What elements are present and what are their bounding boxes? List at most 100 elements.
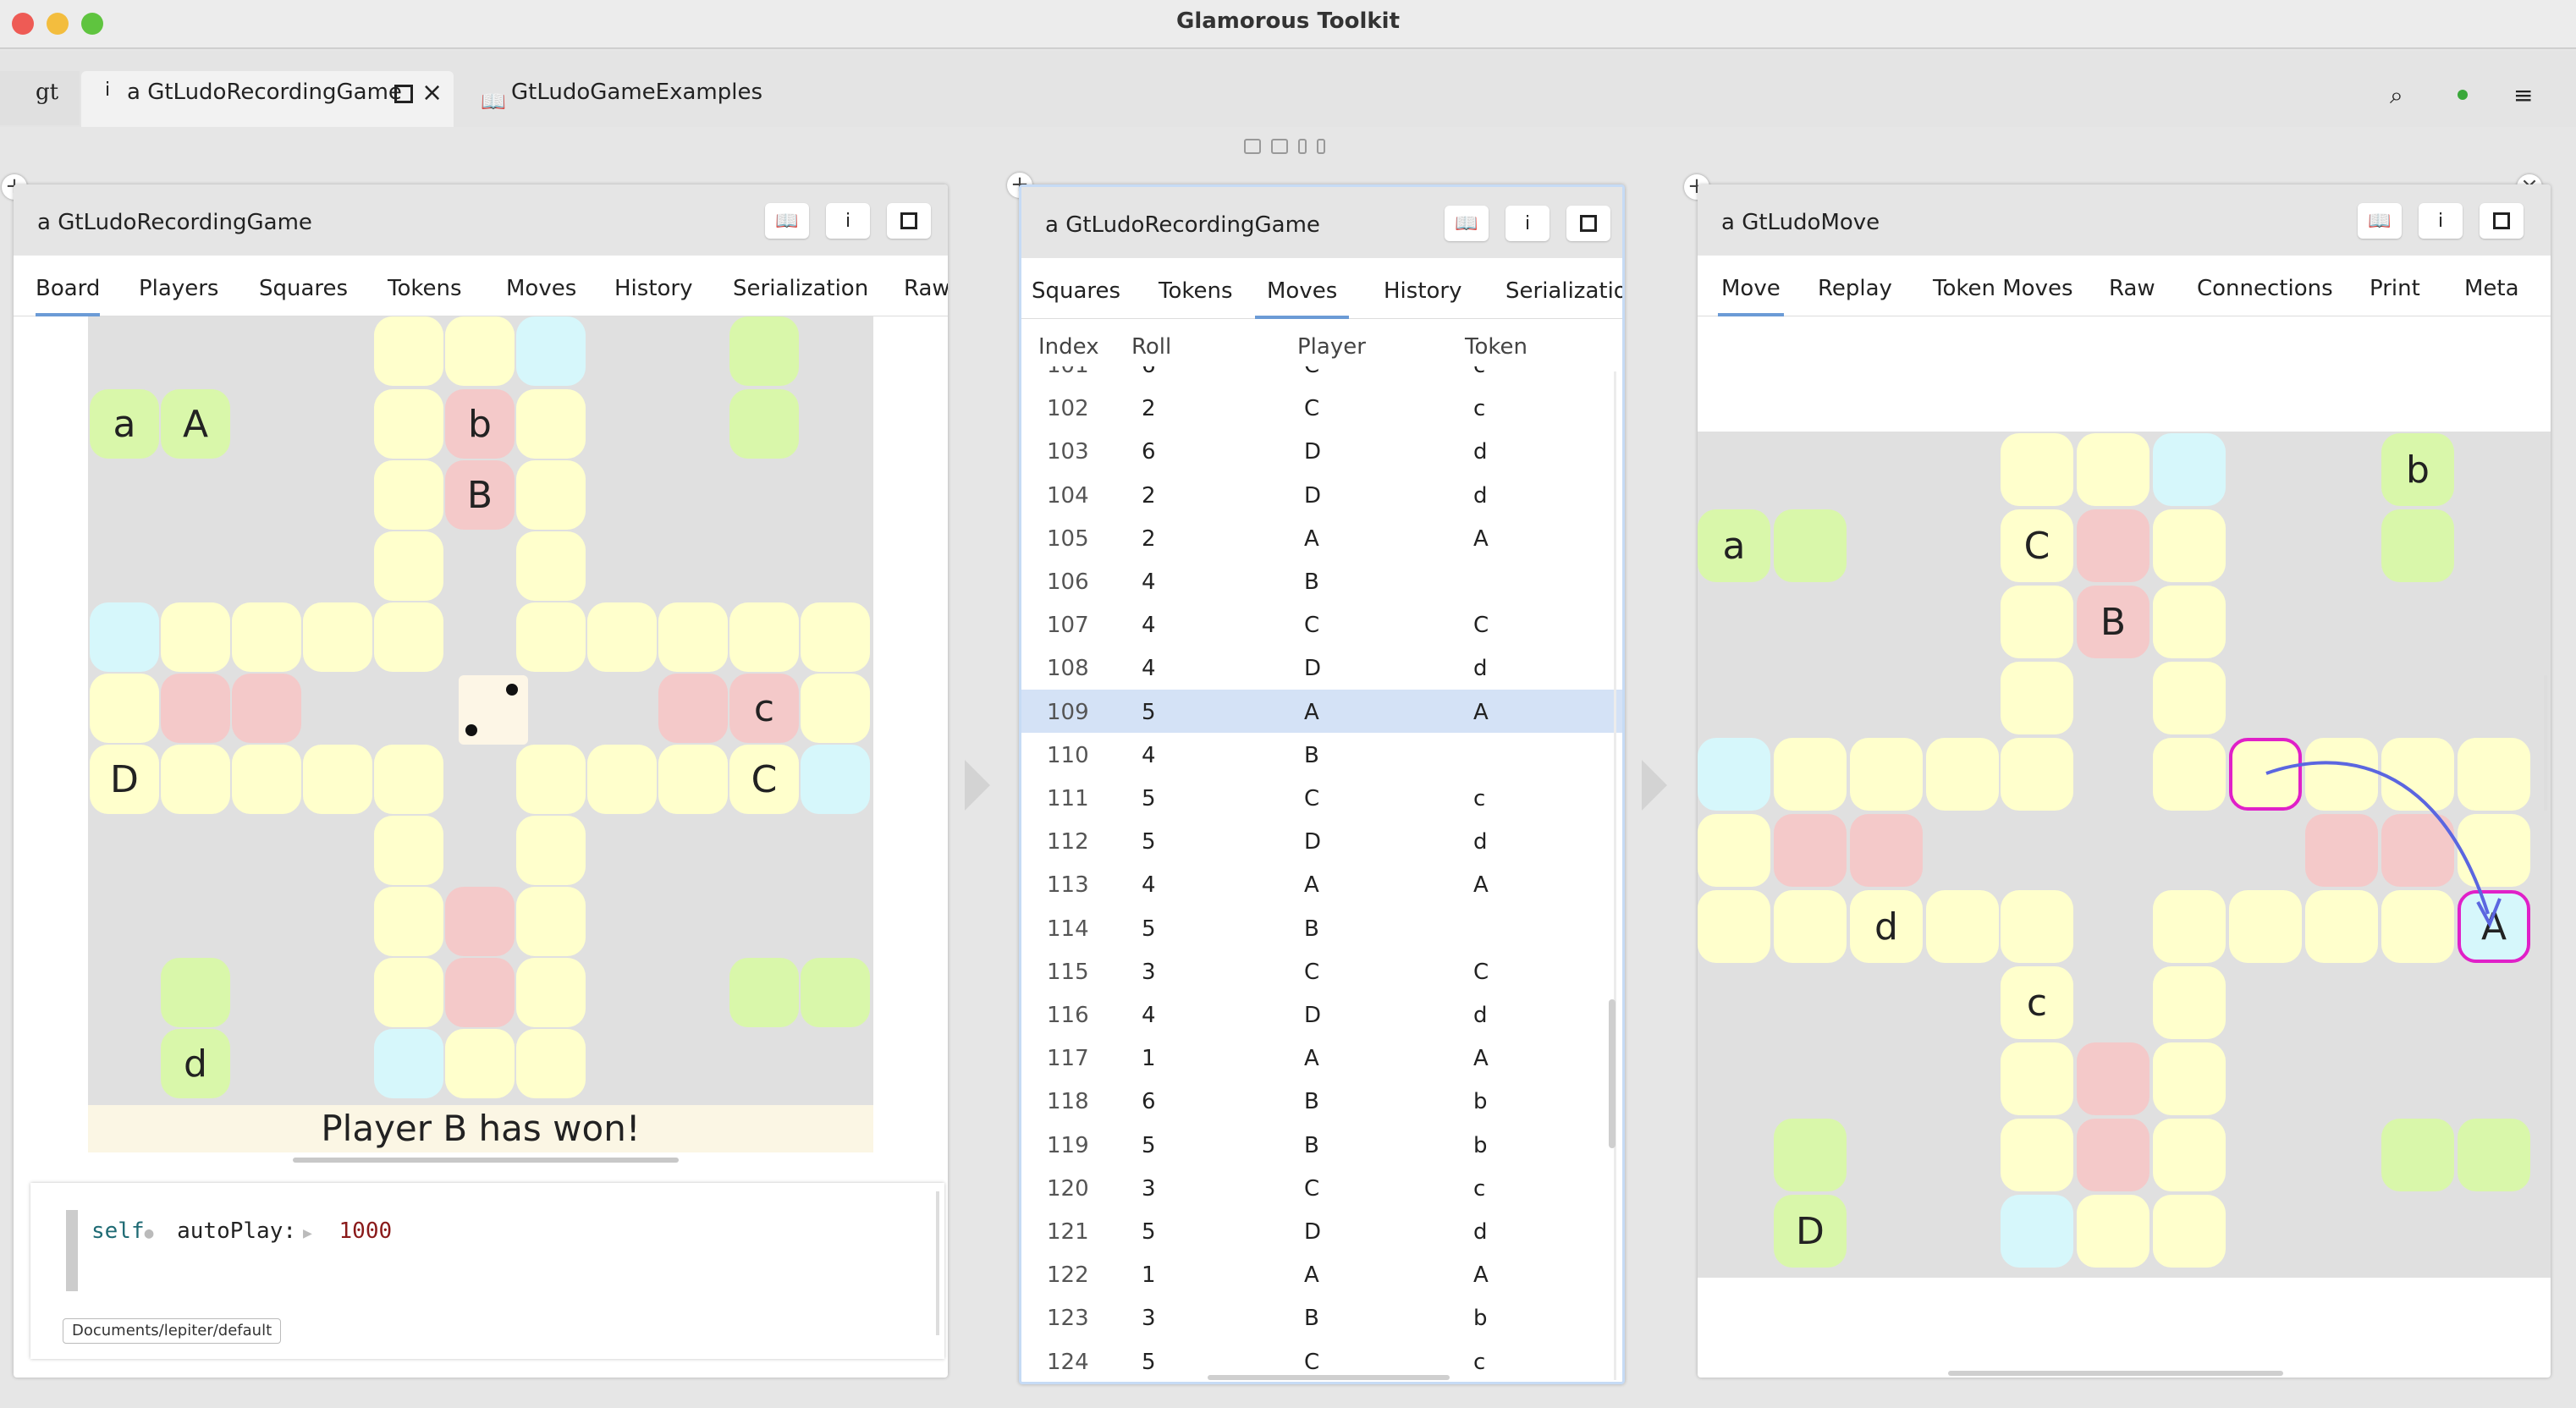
- token-b[interactable]: b: [445, 389, 515, 459]
- tab-moves[interactable]: Moves: [1255, 278, 1350, 319]
- code-line[interactable]: self● autoPlay: ▶ 1000: [91, 1218, 392, 1244]
- maximize-tab-icon[interactable]: [394, 85, 413, 103]
- book-icon[interactable]: 📖: [765, 203, 809, 239]
- cell-token: A: [1473, 525, 1489, 552]
- table-row[interactable]: 122 1 A A: [1021, 1252, 1622, 1295]
- table-row[interactable]: 118 6 Bb: [1021, 1079, 1622, 1122]
- column-token[interactable]: Token: [1465, 334, 1527, 360]
- cell-index: 114: [1047, 916, 1089, 942]
- die[interactable]: [459, 675, 528, 745]
- table-row[interactable]: 110 4 B: [1021, 733, 1622, 776]
- table-row[interactable]: 123 3 Bb: [1021, 1295, 1622, 1339]
- tab-squares[interactable]: Squares: [259, 276, 348, 301]
- moves-table[interactable]: 101 6 Cc 102 2 Cc 103 6 Dd 104 2 Dd 105 2 A A 106 4 B 107 4 C…: [1021, 366, 1622, 1378]
- token-a[interactable]: a: [90, 389, 159, 459]
- pager-overview[interactable]: [1244, 139, 1337, 156]
- horizontal-scrollbar[interactable]: [1208, 1375, 1450, 1380]
- board-square: [374, 958, 443, 1027]
- token-C[interactable]: C: [729, 745, 799, 814]
- tab-tokens[interactable]: Tokens: [388, 276, 462, 301]
- token-d[interactable]: d: [161, 1029, 230, 1098]
- board-square: [161, 745, 230, 814]
- token-A[interactable]: A: [161, 389, 230, 459]
- token-B[interactable]: B: [445, 460, 515, 530]
- tab-raw[interactable]: Raw: [2109, 276, 2155, 301]
- table-row[interactable]: 115 3 C C: [1021, 949, 1622, 993]
- book-icon[interactable]: 📖: [2358, 203, 2402, 239]
- tab-home[interactable]: gt: [0, 71, 80, 125]
- table-row[interactable]: 121 5 Dd: [1021, 1209, 1622, 1252]
- cell-token: c: [1473, 1349, 1486, 1375]
- maximize-icon[interactable]: [887, 203, 931, 239]
- cell-index: 107: [1047, 613, 1089, 639]
- table-row[interactable]: 109 5 A A: [1021, 689, 1622, 733]
- tab-history[interactable]: History: [614, 276, 693, 301]
- vertical-scrollbar[interactable]: [1609, 999, 1616, 1148]
- tab-history[interactable]: History: [1384, 278, 1462, 304]
- token-c[interactable]: c: [729, 674, 799, 743]
- table-row[interactable]: 112 5 Dd: [1021, 819, 1622, 862]
- board-square: [374, 1029, 443, 1098]
- board-square: [232, 602, 301, 672]
- table-row[interactable]: 120 3 Cc: [1021, 1166, 1622, 1209]
- tab-tokens[interactable]: Tokens: [1159, 278, 1233, 304]
- table-row[interactable]: 116 4 Dd: [1021, 993, 1622, 1036]
- table-row[interactable]: 108 4 Dd: [1021, 646, 1622, 689]
- table-row[interactable]: 101 6 Cc: [1021, 366, 1622, 386]
- code-snippet[interactable]: self● autoPlay: ▶ 1000 Documents/lepiter/…: [30, 1183, 944, 1359]
- table-row[interactable]: 105 2 A A: [1021, 516, 1622, 559]
- column-index[interactable]: Index: [1038, 334, 1099, 360]
- table-row[interactable]: 102 2 Cc: [1021, 386, 1622, 429]
- table-row[interactable]: 106 4 B: [1021, 559, 1622, 602]
- tab-replay[interactable]: Replay: [1818, 276, 1892, 301]
- close-tab-icon[interactable]: ×: [421, 78, 443, 107]
- horizontal-scrollbar[interactable]: [1948, 1371, 2283, 1376]
- board-square: [161, 602, 230, 672]
- tab-meta[interactable]: Meta: [2464, 276, 2519, 301]
- tab-squares[interactable]: Squares: [1032, 278, 1120, 304]
- table-row[interactable]: 117 1 A A: [1021, 1036, 1622, 1079]
- maximize-icon[interactable]: [1566, 206, 1610, 241]
- table-row[interactable]: 104 2 Dd: [1021, 473, 1622, 516]
- tab-move[interactable]: Move: [1718, 276, 1784, 316]
- tab-serialization[interactable]: Serialization: [733, 276, 868, 301]
- table-row[interactable]: 124 5 Cc: [1021, 1339, 1622, 1378]
- table-row[interactable]: 103 6 Dd: [1021, 429, 1622, 472]
- search-icon[interactable]: ⌕: [2390, 81, 2403, 110]
- tab-print[interactable]: Print: [2370, 276, 2420, 301]
- book-icon[interactable]: 📖: [1445, 206, 1489, 241]
- tab-gtludo-game-examples[interactable]: 📖 GtLudoGameExamples: [474, 71, 795, 127]
- inspect-icon[interactable]: i: [1505, 206, 1549, 241]
- column-roll[interactable]: Roll: [1131, 334, 1171, 360]
- tab-connections[interactable]: Connections: [2197, 276, 2333, 301]
- table-row[interactable]: 119 5 Bb: [1021, 1123, 1622, 1166]
- cell-index: 105: [1047, 525, 1089, 552]
- table-row[interactable]: 111 5 Cc: [1021, 776, 1622, 819]
- tab-serialization[interactable]: Serialization: [1505, 278, 1622, 304]
- tab-gtludo-recording-game[interactable]: i a GtLudoRecordingGame ×: [81, 71, 454, 127]
- cell-roll: 2: [1142, 482, 1156, 509]
- horizontal-scrollbar[interactable]: [293, 1158, 679, 1163]
- cell-roll: 5: [1142, 829, 1156, 855]
- tab-token-moves[interactable]: Token Moves: [1933, 276, 2073, 301]
- token-D[interactable]: D: [90, 745, 159, 814]
- inspect-icon[interactable]: i: [826, 203, 870, 239]
- table-row[interactable]: 107 4 C C: [1021, 602, 1622, 646]
- board-square: [516, 316, 586, 386]
- tab-raw[interactable]: Raw: [904, 276, 948, 301]
- cell-token: d: [1473, 656, 1488, 682]
- move-board: b a C B d A c D: [1698, 432, 2551, 1278]
- table-row[interactable]: 114 5 B: [1021, 906, 1622, 949]
- table-row[interactable]: 113 4 A A: [1021, 862, 1622, 905]
- vertical-scrollbar[interactable]: [2544, 675, 2547, 811]
- cell-index: 124: [1047, 1349, 1089, 1375]
- board-square: [658, 745, 728, 814]
- inspect-icon[interactable]: i: [2419, 203, 2463, 239]
- column-player[interactable]: Player: [1297, 334, 1366, 360]
- maximize-icon[interactable]: [2480, 203, 2524, 239]
- tab-players[interactable]: Players: [139, 276, 218, 301]
- tab-board[interactable]: Board: [36, 276, 101, 316]
- menu-icon[interactable]: ≡: [2513, 81, 2533, 109]
- tab-moves[interactable]: Moves: [506, 276, 576, 301]
- database-path[interactable]: Documents/lepiter/default: [63, 1318, 282, 1344]
